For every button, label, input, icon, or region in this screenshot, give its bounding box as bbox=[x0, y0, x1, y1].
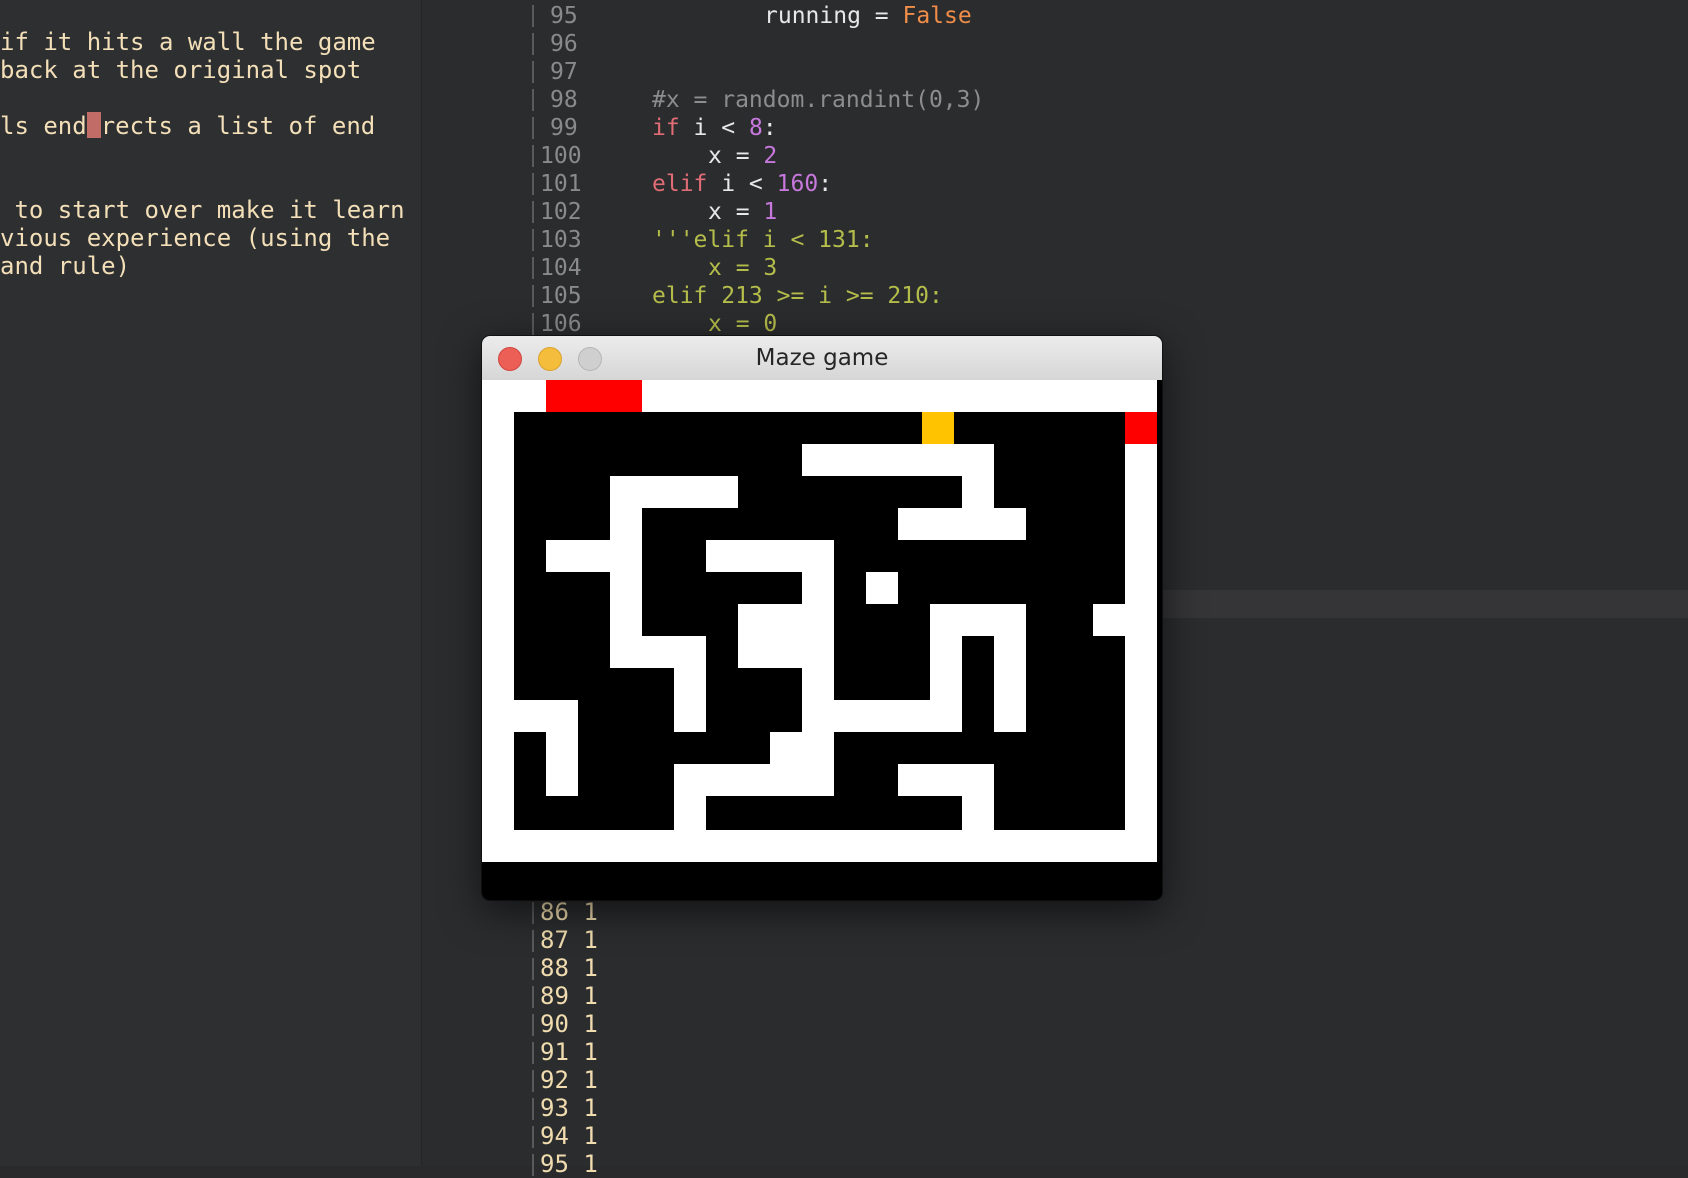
gutter-bar bbox=[532, 285, 534, 307]
notes-panel[interactable]: if it hits a wall the game back at the o… bbox=[0, 0, 422, 1166]
line-number: 105 bbox=[540, 283, 582, 309]
output-line: 90 1 bbox=[540, 1010, 598, 1038]
wall-segment bbox=[1093, 604, 1157, 636]
gutter-bar bbox=[532, 1126, 534, 1148]
gutter-bar bbox=[532, 958, 534, 980]
code-line: x = 0 bbox=[708, 311, 778, 337]
output-line: 89 1 bbox=[540, 982, 598, 1010]
output-line: 88 1 bbox=[540, 954, 598, 982]
line-number: 104 bbox=[540, 255, 582, 281]
wall-segment bbox=[738, 604, 834, 636]
gutter-bar bbox=[532, 117, 534, 139]
note-line-5: and rule) bbox=[0, 252, 131, 280]
output-line: 91 1 bbox=[540, 1038, 598, 1066]
code-line: elif i < 160: bbox=[652, 171, 833, 197]
wall-segment bbox=[930, 604, 962, 732]
code-line: x = 2 bbox=[708, 143, 778, 169]
gutter-bar bbox=[532, 61, 534, 83]
player-cell bbox=[922, 412, 954, 444]
line-number: 98 bbox=[550, 87, 578, 113]
line-number: 97 bbox=[550, 59, 578, 85]
gutter-bar bbox=[532, 33, 534, 55]
line-number: 96 bbox=[550, 31, 578, 57]
gutter-bar bbox=[532, 1154, 534, 1176]
maze-canvas bbox=[482, 380, 1162, 900]
note-line-cursor-before: ls end bbox=[0, 112, 87, 140]
gutter-bar bbox=[532, 1070, 534, 1092]
wall-segment bbox=[898, 508, 1026, 540]
code-line: x = 1 bbox=[708, 199, 778, 225]
note-line-cursor: ls end rects a list of end bbox=[0, 112, 375, 140]
note-line-3: to start over make it learn bbox=[0, 196, 405, 224]
wall-segment bbox=[770, 732, 834, 764]
note-line-4: vious experience (using the bbox=[0, 224, 391, 252]
code-line: running = False bbox=[764, 3, 972, 29]
gutter-bar bbox=[532, 89, 534, 111]
output-line: 93 1 bbox=[540, 1094, 598, 1122]
note-line-2: back at the original spot bbox=[0, 56, 362, 84]
gutter-bar bbox=[532, 1098, 534, 1120]
wall-segment bbox=[546, 700, 578, 796]
gutter-bar bbox=[532, 1042, 534, 1064]
output-line: 86 1 bbox=[540, 898, 598, 926]
wall-segment bbox=[674, 636, 706, 732]
window-right-edge bbox=[1157, 380, 1162, 862]
highlight-line bbox=[1163, 590, 1688, 618]
wall-segment bbox=[738, 636, 834, 668]
maze-window[interactable]: Maze game bbox=[482, 336, 1162, 900]
line-number: 95 bbox=[550, 3, 578, 29]
gutter-bar bbox=[532, 902, 534, 924]
gutter-bar bbox=[532, 173, 534, 195]
code-line: elif 213 >= i >= 210: bbox=[652, 283, 943, 309]
note-line-1: if it hits a wall the game bbox=[0, 28, 376, 56]
gutter-bar bbox=[532, 930, 534, 952]
wall-segment bbox=[866, 572, 898, 604]
gutter-bar bbox=[532, 313, 534, 335]
line-number: 102 bbox=[540, 199, 582, 225]
window-titlebar[interactable]: Maze game bbox=[482, 336, 1162, 381]
window-bottom-strip bbox=[482, 862, 1162, 900]
line-number: 103 bbox=[540, 227, 582, 253]
wall-segment bbox=[546, 540, 642, 572]
window-title: Maze game bbox=[755, 345, 889, 371]
wall-segment bbox=[674, 764, 706, 830]
gutter-bar bbox=[532, 145, 534, 167]
gutter-bar bbox=[532, 1014, 534, 1036]
code-line: x = 3 bbox=[708, 255, 778, 281]
output-line: 87 1 bbox=[540, 926, 598, 954]
code-line: '''elif i < 131: bbox=[652, 227, 874, 253]
code-line: #x = random.randint(0,3) bbox=[652, 87, 985, 113]
note-line-cursor-after: rects a list of end bbox=[100, 112, 376, 140]
line-number: 100 bbox=[540, 143, 582, 169]
code-line: if i < 8: bbox=[652, 115, 777, 141]
line-number: 101 bbox=[540, 171, 582, 197]
output-line: 94 1 bbox=[540, 1122, 598, 1150]
output-line: 92 1 bbox=[540, 1066, 598, 1094]
wall-segment bbox=[962, 764, 994, 830]
wall-segment bbox=[994, 604, 1026, 732]
gutter-bar bbox=[532, 257, 534, 279]
gutter-bar bbox=[532, 229, 534, 251]
gutter-bar bbox=[532, 986, 534, 1008]
goal-cell bbox=[546, 380, 642, 412]
goal-cell bbox=[1125, 412, 1157, 444]
wall-segment bbox=[1125, 444, 1157, 830]
gutter-bar bbox=[532, 201, 534, 223]
text-cursor bbox=[86, 112, 101, 138]
line-number: 99 bbox=[550, 115, 578, 141]
output-line: 95 1 bbox=[540, 1150, 598, 1178]
gutter-bar bbox=[532, 5, 534, 27]
line-number: 106 bbox=[540, 311, 582, 337]
